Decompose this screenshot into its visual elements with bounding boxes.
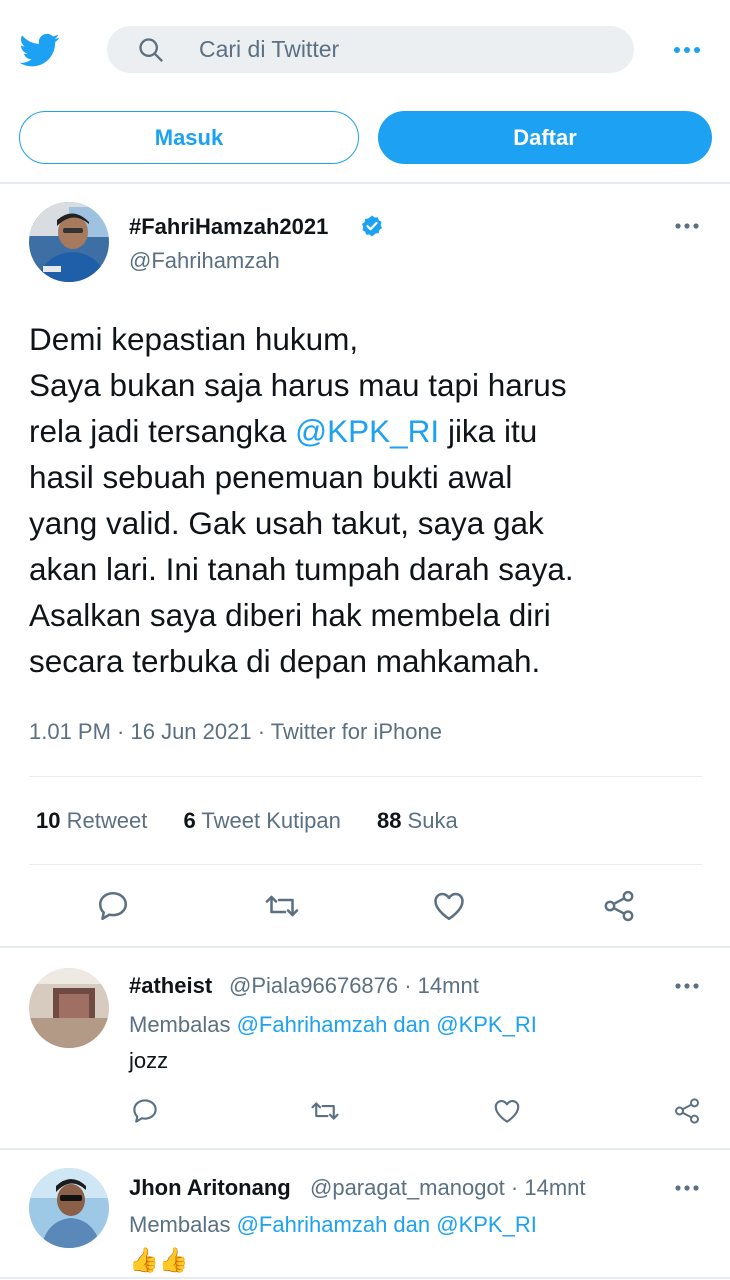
tweet-line: Demi kepastian hukum, xyxy=(29,321,359,357)
display-name[interactable]: Jhon Aritonang xyxy=(129,1175,291,1201)
profile-photo xyxy=(29,968,109,1048)
retweet-icon[interactable] xyxy=(264,888,300,924)
avatar[interactable] xyxy=(29,202,109,282)
handle-and-time[interactable]: @Piala96676876 · 14mnt xyxy=(229,973,479,999)
display-name[interactable]: #FahriHamzah2021 xyxy=(129,214,328,240)
search-input[interactable] xyxy=(199,26,599,73)
tweet-line: Saya bukan saja harus mau tapi harus xyxy=(29,367,567,403)
reply-icon[interactable] xyxy=(95,888,131,924)
auth-buttons: Masuk Daftar xyxy=(0,108,730,168)
divider xyxy=(29,776,703,777)
reply-text: 👍👍 xyxy=(129,1247,189,1274)
profile-photo xyxy=(29,202,109,282)
retweet-icon[interactable] xyxy=(310,1096,340,1126)
replying-prefix: Membalas xyxy=(129,1012,237,1037)
reply-text: jozz xyxy=(129,1048,169,1073)
divider xyxy=(0,1148,730,1150)
tweet-line: yang valid. Gak usah takut, saya gak xyxy=(29,505,544,541)
like-icon[interactable] xyxy=(431,888,467,924)
more-icon[interactable] xyxy=(668,974,708,998)
tweet-line: rela jadi tersangka @KPK_RI jika itu xyxy=(29,408,719,454)
signup-button[interactable]: Daftar xyxy=(378,111,712,164)
quote-count: 6 xyxy=(183,808,196,833)
quote-stat[interactable]: 6 Tweet Kutipan xyxy=(183,808,340,833)
retweet-label: Retweet xyxy=(60,808,148,833)
more-options-icon[interactable] xyxy=(665,36,709,64)
tweet-line: Asalkan saya diberi hak membela diri xyxy=(29,597,551,633)
more-icon[interactable] xyxy=(668,1176,708,1200)
like-icon[interactable] xyxy=(492,1096,522,1126)
search-bar[interactable] xyxy=(107,26,634,73)
avatar[interactable] xyxy=(29,968,109,1048)
replying-to: Membalas @Fahrihamzah dan @KPK_RI xyxy=(129,1212,537,1238)
handle-and-time[interactable]: @paragat_manogot · 14mnt xyxy=(310,1175,586,1201)
display-name[interactable]: #atheist xyxy=(129,973,212,999)
tweet-text-segment: jika itu xyxy=(439,413,538,449)
share-icon[interactable] xyxy=(601,888,637,924)
avatar[interactable] xyxy=(29,1168,109,1248)
login-button[interactable]: Masuk xyxy=(19,111,359,164)
replying-to-link[interactable]: @Fahrihamzah dan @KPK_RI xyxy=(237,1012,537,1037)
tweet-line: akan lari. Ini tanah tumpah darah saya. xyxy=(29,551,574,587)
handle[interactable]: @Fahrihamzah xyxy=(129,248,280,274)
quote-label: Tweet Kutipan xyxy=(195,808,341,833)
tweet-line: hasil sebuah penemuan bukti awal xyxy=(29,459,513,495)
more-icon[interactable] xyxy=(668,214,708,238)
divider xyxy=(29,864,703,865)
tweet-stats: 10 Retweet 6 Tweet Kutipan 88 Suka xyxy=(36,808,488,834)
search-icon xyxy=(139,38,163,62)
mention-link[interactable]: @KPK_RI xyxy=(295,413,439,449)
top-bar xyxy=(0,0,730,100)
retweet-stat[interactable]: 10 Retweet xyxy=(36,808,147,833)
divider xyxy=(0,1277,730,1279)
tweet-timestamp[interactable]: 1.01 PM · 16 Jun 2021 · Twitter for iPho… xyxy=(29,719,442,745)
share-icon[interactable] xyxy=(672,1096,702,1126)
like-label: Suka xyxy=(401,808,458,833)
tweet-text: Demi kepastian hukum, Saya bukan saja ha… xyxy=(29,316,719,684)
twitter-bird-icon[interactable] xyxy=(18,30,62,70)
divider xyxy=(0,946,730,948)
replying-to-link[interactable]: @Fahrihamzah dan @KPK_RI xyxy=(237,1212,537,1237)
like-count: 88 xyxy=(376,808,402,833)
replying-to: Membalas @Fahrihamzah dan @KPK_RI xyxy=(129,1012,537,1038)
divider xyxy=(0,182,730,184)
replying-prefix: Membalas xyxy=(129,1212,237,1237)
tweet-line: secara terbuka di depan mahkamah. xyxy=(29,643,541,679)
reply-icon[interactable] xyxy=(130,1096,160,1126)
verified-badge-icon xyxy=(362,215,382,237)
tweet-text-segment: rela jadi tersangka xyxy=(29,413,296,449)
profile-photo xyxy=(29,1168,109,1248)
retweet-count: 10 xyxy=(36,808,61,833)
like-stat[interactable]: 88 Suka xyxy=(377,808,458,833)
